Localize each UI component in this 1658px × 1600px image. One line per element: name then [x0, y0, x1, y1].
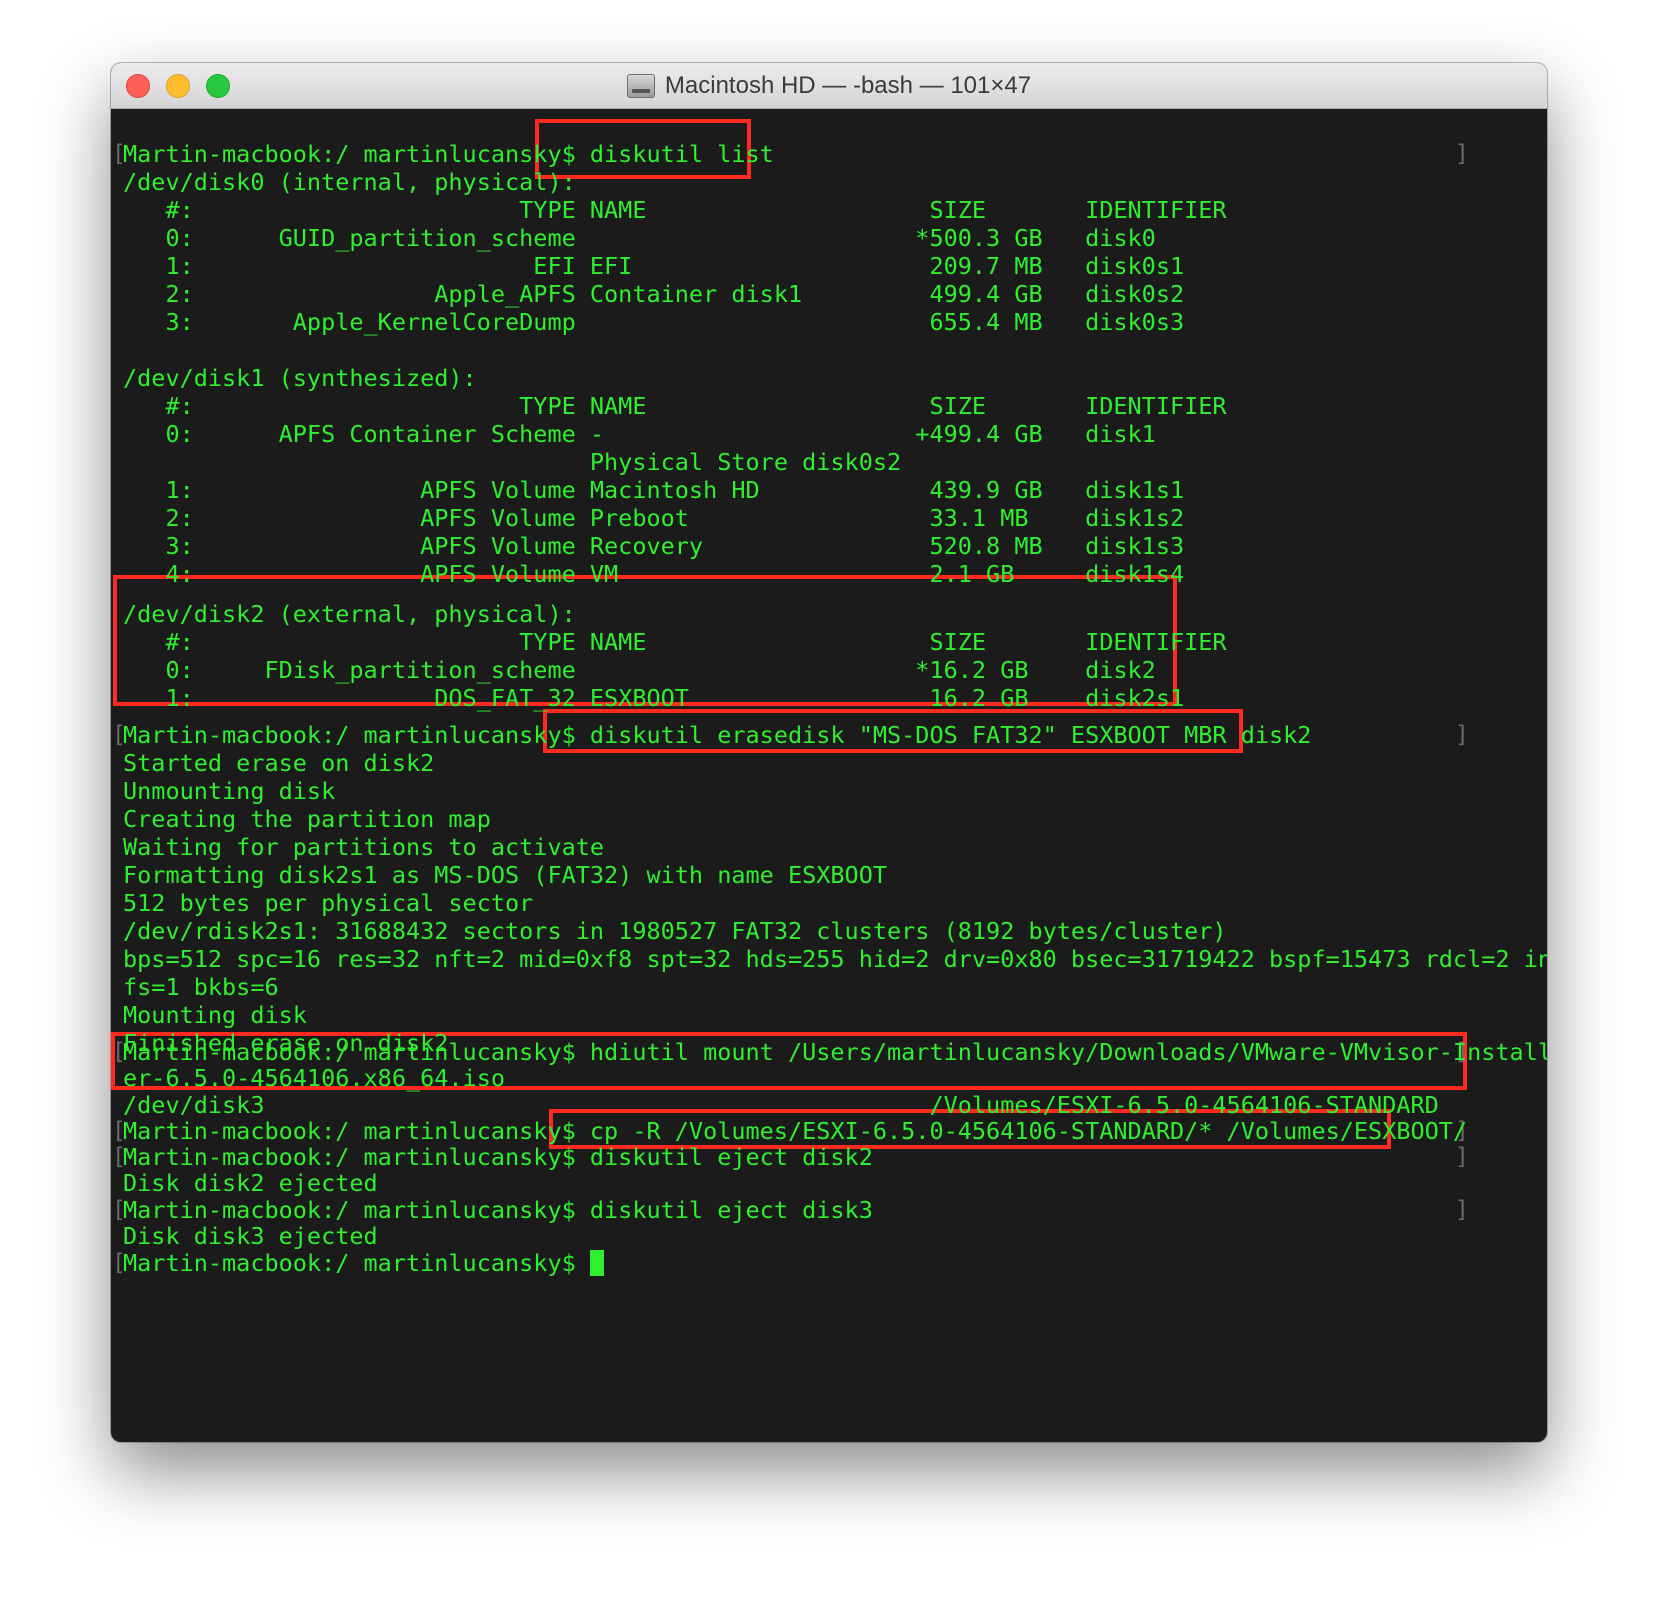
- terminal-line: fs=1 bkbs=6: [123, 973, 279, 1001]
- terminal-line: 0: GUID_partition_scheme *500.3 GB disk0: [123, 224, 1156, 252]
- terminal-line: Physical Store disk0s2: [123, 448, 902, 476]
- terminal-line: 3: APFS Volume Recovery 520.8 MB disk1s3: [123, 532, 1185, 560]
- terminal-line: #: TYPE NAME SIZE IDENTIFIER: [123, 628, 1227, 656]
- terminal-line: Martin-macbook:/ martinlucansky$ diskuti…: [123, 1143, 873, 1171]
- terminal-line: /dev/disk0 (internal, physical):: [123, 168, 576, 196]
- prompt-right-bracket: ]: [1455, 1144, 1469, 1170]
- terminal-line: 1: DOS_FAT_32 ESXBOOT 16.2 GB disk2s1: [123, 684, 1185, 712]
- terminal-window: Macintosh HD — -bash — 101×47 [ ] [ ] [ …: [111, 63, 1547, 1442]
- terminal-line: 2: APFS Volume Preboot 33.1 MB disk1s2: [123, 504, 1185, 532]
- terminal-line: Started erase on disk2: [123, 749, 435, 777]
- terminal-line: /dev/rdisk2s1: 31688432 sectors in 19805…: [123, 917, 1227, 945]
- terminal-line: Martin-macbook:/ martinlucansky$ diskuti…: [123, 140, 774, 168]
- terminal-line: 1: APFS Volume Macintosh HD 439.9 GB dis…: [123, 476, 1185, 504]
- terminal-line: 2: Apple_APFS Container disk1 499.4 GB d…: [123, 280, 1185, 308]
- terminal-line: Formatting disk2s1 as MS-DOS (FAT32) wit…: [123, 861, 888, 889]
- window-title: Macintosh HD — -bash — 101×47: [664, 71, 1032, 99]
- terminal-line: /dev/disk2 (external, physical):: [123, 600, 576, 628]
- prompt-line[interactable]: Martin-macbook:/ martinlucansky$: [123, 1249, 604, 1277]
- terminal-line: Waiting for partitions to activate: [123, 833, 605, 861]
- terminal-line: Unmounting disk: [123, 777, 336, 805]
- terminal-line: 512 bytes per physical sector: [123, 889, 534, 917]
- terminal-line: Disk disk3 ejected: [123, 1222, 378, 1250]
- prompt-text: Martin-macbook:/ martinlucansky$: [123, 1249, 590, 1277]
- terminal-line: /dev/disk3 /Volumes/ESXI-6.5.0-4564106-S…: [123, 1091, 1439, 1119]
- terminal-line: Martin-macbook:/ martinlucansky$ diskuti…: [123, 721, 1312, 749]
- terminal-line: 0: APFS Container Scheme - +499.4 GB dis…: [123, 420, 1156, 448]
- title-bar[interactable]: Macintosh HD — -bash — 101×47: [111, 63, 1547, 109]
- text-cursor: [589, 1250, 604, 1276]
- terminal-line: Martin-macbook:/ martinlucansky$ cp -R /…: [123, 1117, 1468, 1145]
- terminal-line: Mounting disk: [123, 1001, 307, 1029]
- terminal-line: 1: EFI EFI 209.7 MB disk0s1: [123, 252, 1185, 280]
- terminal-output[interactable]: [ ] [ ] [ ] [ ] [ ] [ ] [ Martin-macbook…: [111, 109, 1547, 1442]
- terminal-line: #: TYPE NAME SIZE IDENTIFIER: [123, 392, 1227, 420]
- terminal-line: 0: FDisk_partition_scheme *16.2 GB disk2: [123, 656, 1156, 684]
- terminal-line: Martin-macbook:/ martinlucansky$ diskuti…: [123, 1196, 873, 1224]
- hard-disk-icon: [626, 73, 655, 98]
- terminal-line: er-6.5.0-4564106.x86_64.iso: [123, 1064, 506, 1092]
- prompt-right-bracket: ]: [1455, 141, 1469, 167]
- terminal-line: Creating the partition map: [123, 805, 491, 833]
- terminal-line: #: TYPE NAME SIZE IDENTIFIER: [123, 196, 1227, 224]
- window-title-group: Macintosh HD — -bash — 101×47: [111, 63, 1547, 108]
- terminal-line: /dev/disk1 (synthesized):: [123, 364, 477, 392]
- terminal-line: Martin-macbook:/ martinlucansky$ hdiutil…: [123, 1038, 1547, 1066]
- terminal-line: 3: Apple_KernelCoreDump 655.4 MB disk0s3: [123, 308, 1185, 336]
- prompt-right-bracket: ]: [1455, 1197, 1469, 1223]
- terminal-line: 4: APFS Volume VM 2.1 GB disk1s4: [123, 560, 1185, 588]
- terminal-line: Disk disk2 ejected: [123, 1169, 378, 1197]
- terminal-line: bps=512 spc=16 res=32 nft=2 mid=0xf8 spt…: [123, 945, 1547, 973]
- prompt-right-bracket: ]: [1455, 722, 1469, 748]
